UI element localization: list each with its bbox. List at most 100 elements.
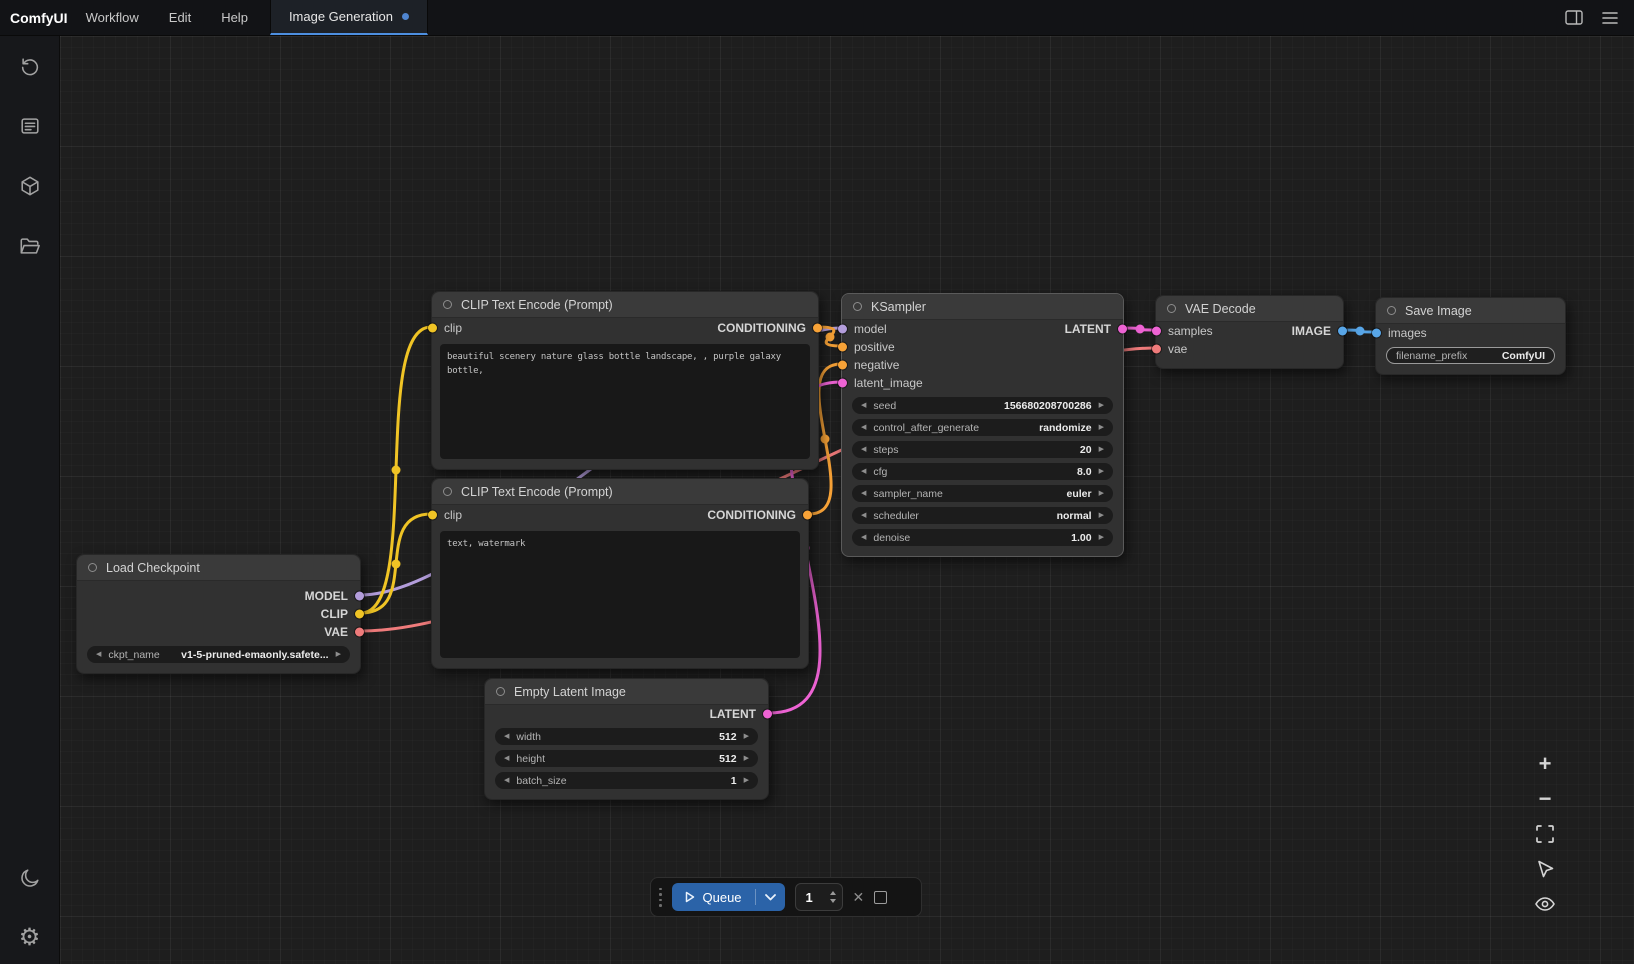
- menu-help[interactable]: Help: [221, 10, 248, 25]
- node-save-image[interactable]: Save Image images filename_prefix ComfyU…: [1375, 297, 1566, 375]
- increment-arrow-icon[interactable]: ▶: [1099, 490, 1104, 497]
- collapse-dot[interactable]: [443, 300, 452, 309]
- widget-batch-size[interactable]: ◀ batch_size 1 ▶: [495, 772, 758, 789]
- model-input-slot[interactable]: [838, 325, 847, 334]
- tab-image-generation[interactable]: Image Generation: [270, 0, 428, 35]
- increment-arrow-icon[interactable]: ▶: [744, 777, 749, 784]
- clip-input-slot[interactable]: [428, 511, 437, 520]
- widget-width[interactable]: ◀ width 512 ▶: [495, 728, 758, 745]
- stepper-up-icon[interactable]: [830, 891, 836, 895]
- increment-arrow-icon[interactable]: ▶: [744, 733, 749, 740]
- node-empty-latent-image[interactable]: Empty Latent Image LATENT ◀ width 512 ▶ …: [484, 678, 769, 800]
- clip-output-slot[interactable]: [355, 610, 364, 619]
- link-midpoint-dot[interactable]: [1356, 327, 1365, 336]
- vae-output-slot[interactable]: [355, 628, 364, 637]
- decrement-arrow-icon[interactable]: ◀: [861, 468, 866, 475]
- samples-input-slot[interactable]: [1152, 327, 1161, 336]
- history-icon[interactable]: [18, 54, 42, 78]
- link-midpoint-dot[interactable]: [821, 435, 830, 444]
- conditioning-output-slot[interactable]: [803, 511, 812, 520]
- zoom-in-icon[interactable]: +: [1534, 753, 1556, 774]
- menu-icon[interactable]: [1600, 8, 1620, 28]
- toggle-visibility-icon[interactable]: [1534, 893, 1556, 914]
- increment-arrow-icon[interactable]: ▶: [1099, 468, 1104, 475]
- node-clip-text-encode-negative[interactable]: CLIP Text Encode (Prompt) clip CONDITION…: [431, 478, 809, 669]
- queue-list-icon[interactable]: [18, 114, 42, 138]
- menu-workflow[interactable]: Workflow: [86, 10, 139, 25]
- node-header[interactable]: Load Checkpoint: [77, 555, 360, 581]
- increment-arrow-icon[interactable]: ▶: [744, 755, 749, 762]
- stop-icon[interactable]: [874, 891, 887, 904]
- increment-arrow-icon[interactable]: ▶: [1099, 446, 1104, 453]
- collapse-dot[interactable]: [443, 487, 452, 496]
- graph-canvas[interactable]: Load Checkpoint MODEL CLIP VAE ◀ ckpt_na…: [60, 36, 1634, 964]
- queue-button[interactable]: Queue: [672, 883, 785, 911]
- widget-filename-prefix[interactable]: filename_prefix ComfyUI: [1386, 347, 1555, 364]
- collapse-dot[interactable]: [1387, 306, 1396, 315]
- queue-options-chevron-icon[interactable]: [756, 883, 785, 911]
- workflows-folder-icon[interactable]: [18, 234, 42, 258]
- node-header[interactable]: Save Image: [1376, 298, 1565, 324]
- increment-arrow-icon[interactable]: ▶: [1099, 424, 1104, 431]
- batch-count-input[interactable]: 1: [795, 883, 843, 911]
- collapse-dot[interactable]: [1167, 304, 1176, 313]
- decrement-arrow-icon[interactable]: ◀: [861, 534, 866, 541]
- select-mode-icon[interactable]: [1534, 858, 1556, 879]
- decrement-arrow-icon[interactable]: ◀: [96, 651, 101, 658]
- image-output-slot[interactable]: [1338, 327, 1347, 336]
- panel-toggle-icon[interactable]: [1564, 8, 1584, 28]
- images-input-slot[interactable]: [1372, 329, 1381, 338]
- widget-denoise[interactable]: ◀ denoise 1.00 ▶: [852, 529, 1113, 546]
- conditioning-output-slot[interactable]: [813, 324, 822, 333]
- widget-cfg[interactable]: ◀ cfg 8.0 ▶: [852, 463, 1113, 480]
- node-header[interactable]: CLIP Text Encode (Prompt): [432, 292, 818, 318]
- node-header[interactable]: VAE Decode: [1156, 296, 1343, 322]
- prompt-textarea[interactable]: beautiful scenery nature glass bottle la…: [440, 344, 810, 459]
- node-header[interactable]: CLIP Text Encode (Prompt): [432, 479, 808, 505]
- drag-handle[interactable]: [659, 888, 662, 907]
- batch-count-stepper[interactable]: [830, 891, 836, 903]
- increment-arrow-icon[interactable]: ▶: [1099, 512, 1104, 519]
- link-midpoint-dot[interactable]: [392, 560, 401, 569]
- clear-queue-icon[interactable]: ✕: [853, 890, 865, 904]
- stepper-down-icon[interactable]: [830, 899, 836, 903]
- collapse-dot[interactable]: [88, 563, 97, 572]
- widget-seed[interactable]: ◀ seed 156680208700286 ▶: [852, 397, 1113, 414]
- positive-input-slot[interactable]: [838, 343, 847, 352]
- menu-edit[interactable]: Edit: [169, 10, 191, 25]
- link-midpoint-dot[interactable]: [392, 466, 401, 475]
- widget-scheduler[interactable]: ◀ scheduler normal ▶: [852, 507, 1113, 524]
- node-load-checkpoint[interactable]: Load Checkpoint MODEL CLIP VAE ◀ ckpt_na…: [76, 554, 361, 674]
- collapse-dot[interactable]: [853, 302, 862, 311]
- node-header[interactable]: KSampler: [842, 294, 1123, 320]
- model-library-icon[interactable]: [18, 174, 42, 198]
- theme-moon-icon[interactable]: [18, 866, 42, 890]
- latent-output-slot[interactable]: [763, 710, 772, 719]
- node-ksampler[interactable]: KSampler model LATENT positive negative …: [841, 293, 1124, 557]
- decrement-arrow-icon[interactable]: ◀: [861, 424, 866, 431]
- prompt-textarea[interactable]: text, watermark: [440, 531, 800, 658]
- clip-input-slot[interactable]: [428, 324, 437, 333]
- decrement-arrow-icon[interactable]: ◀: [504, 777, 509, 784]
- settings-gear-icon[interactable]: ⚙: [18, 926, 42, 950]
- fit-view-icon[interactable]: [1534, 823, 1556, 844]
- latent-image-input-slot[interactable]: [838, 379, 847, 388]
- model-output-slot[interactable]: [355, 592, 364, 601]
- increment-arrow-icon[interactable]: ▶: [1099, 402, 1104, 409]
- negative-input-slot[interactable]: [838, 361, 847, 370]
- decrement-arrow-icon[interactable]: ◀: [861, 446, 866, 453]
- widget-sampler-name[interactable]: ◀ sampler_name euler ▶: [852, 485, 1113, 502]
- latent-output-slot[interactable]: [1118, 325, 1127, 334]
- zoom-out-icon[interactable]: −: [1534, 788, 1556, 809]
- increment-arrow-icon[interactable]: ▶: [1099, 534, 1104, 541]
- widget-control-after-generate[interactable]: ◀ control_after_generate randomize ▶: [852, 419, 1113, 436]
- vae-input-slot[interactable]: [1152, 345, 1161, 354]
- node-vae-decode[interactable]: VAE Decode samples IMAGE vae: [1155, 295, 1344, 369]
- decrement-arrow-icon[interactable]: ◀: [504, 733, 509, 740]
- widget-steps[interactable]: ◀ steps 20 ▶: [852, 441, 1113, 458]
- link-midpoint-dot[interactable]: [1136, 325, 1145, 334]
- increment-arrow-icon[interactable]: ▶: [336, 651, 341, 658]
- link-midpoint-dot[interactable]: [826, 333, 835, 342]
- decrement-arrow-icon[interactable]: ◀: [861, 402, 866, 409]
- widget-height[interactable]: ◀ height 512 ▶: [495, 750, 758, 767]
